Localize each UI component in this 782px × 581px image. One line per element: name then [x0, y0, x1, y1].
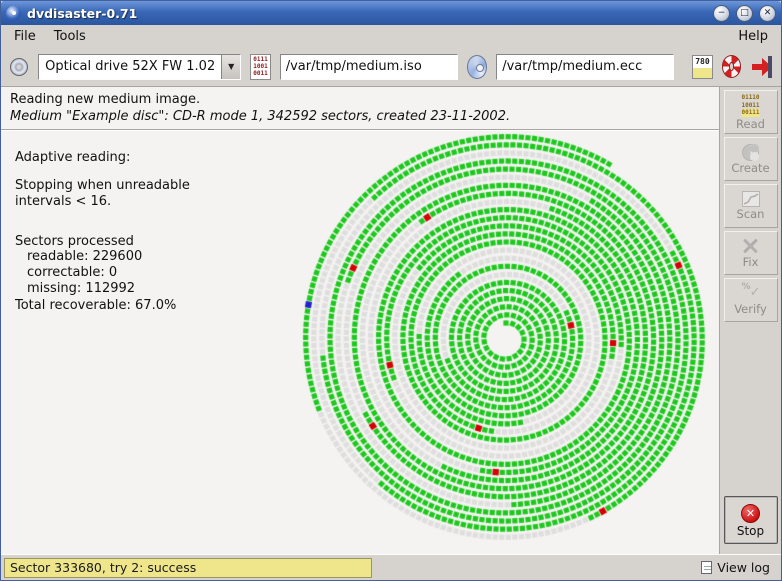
stopping-line-2: intervals < 16.	[15, 193, 112, 209]
create-button[interactable]: Create	[723, 137, 778, 181]
menu-tools[interactable]: Tools	[45, 27, 95, 46]
binary-row: 0011	[253, 69, 268, 77]
maximize-button[interactable]: □	[736, 4, 753, 22]
status-line-1: Reading new medium image.	[10, 92, 201, 107]
quit-door-icon	[768, 55, 773, 78]
stop-x-icon: ✕	[741, 503, 760, 523]
reading-panel: Adaptive reading: Stopping when unreadab…	[1, 130, 719, 554]
read-button-label: Read	[736, 116, 765, 131]
ecc-path-input[interactable]	[496, 53, 675, 80]
disc-sector-spiral-visualization	[297, 130, 715, 548]
verify-button[interactable]: % ✓ Verify	[723, 278, 778, 322]
left-column: Reading new medium image. Medium "Exampl…	[1, 87, 719, 554]
fix-button-label: Fix	[742, 255, 759, 270]
sectors-processed-heading: Sectors processed	[15, 233, 134, 249]
fix-tools-icon	[742, 237, 760, 255]
minimize-button[interactable]: −	[713, 4, 730, 22]
binary-row: 01110	[741, 94, 760, 101]
titlebar[interactable]: dvdisaster-0.71 − □ ✕	[1, 1, 781, 25]
stopping-line-1: Stopping when unreadable	[15, 177, 190, 193]
readable-count: readable: 229600	[27, 249, 143, 265]
missing-count: missing: 112992	[27, 281, 136, 297]
scan-button[interactable]: Scan	[723, 184, 778, 228]
app-window: dvdisaster-0.71 − □ ✕ File Tools Help Op…	[0, 0, 782, 581]
correctable-count: correctable: 0	[27, 265, 118, 281]
create-button-label: Create	[731, 160, 770, 175]
view-log-label: View log	[717, 560, 770, 575]
menubar: File Tools Help	[1, 25, 781, 47]
help-lifebuoy-icon[interactable]	[721, 55, 742, 78]
drive-icon	[9, 56, 29, 78]
binary-row: 00111	[741, 109, 760, 117]
binary-row: 1001	[253, 62, 268, 70]
window-controls: − □ ✕	[713, 4, 776, 22]
ecc-file-icon	[466, 54, 488, 79]
iso-path-input[interactable]	[279, 53, 458, 80]
adaptive-reading-info: Adaptive reading: Stopping when unreadab…	[15, 150, 190, 314]
scan-chart-icon	[741, 191, 760, 208]
fix-button[interactable]: Fix	[723, 231, 778, 275]
binary-row: 10011	[741, 101, 760, 109]
quit-arrow-icon	[752, 63, 763, 70]
read-button[interactable]: 01110 10011 00111 Read	[723, 90, 778, 134]
binary-row: 0111	[253, 55, 268, 63]
read-binary-icon: 01110 10011 00111	[741, 94, 760, 117]
preferences-button[interactable]: 780	[692, 54, 713, 79]
drive-select-value: Optical drive 52X FW 1.02	[45, 59, 216, 74]
content-row: Reading new medium image. Medium "Exampl…	[1, 87, 781, 554]
verify-button-label: Verify	[734, 302, 767, 317]
status-message: Sector 333680, try 2: success	[4, 557, 372, 578]
verify-check-icon: % ✓	[741, 282, 761, 301]
stop-button[interactable]: ✕ Stop	[723, 496, 778, 544]
quit-button[interactable]	[750, 55, 773, 79]
operation-status-area: Reading new medium image. Medium "Exampl…	[1, 87, 719, 130]
menu-file[interactable]: File	[5, 27, 45, 46]
log-document-icon	[701, 561, 713, 574]
medium-info-line: Medium "Example disc": CD-R mode 1, 3425…	[10, 109, 511, 124]
iso-image-file-icon: 0111 1001 0011	[250, 53, 271, 80]
chevron-down-icon[interactable]: ▼	[221, 54, 241, 79]
scan-button-label: Scan	[736, 207, 765, 222]
preferences-icon-text: 780	[695, 56, 710, 66]
menu-help[interactable]: Help	[729, 27, 777, 46]
cd-disc-icon	[10, 57, 29, 76]
toolbar: Optical drive 52X FW 1.02 ▼ 0111 1001 00…	[1, 47, 781, 87]
app-logo-icon	[6, 5, 21, 21]
statusbar: Sector 333680, try 2: success View log	[1, 554, 781, 580]
window-title: dvdisaster-0.71	[27, 5, 138, 21]
view-log-button[interactable]: View log	[697, 560, 778, 575]
total-recoverable: Total recoverable: 67.0%	[15, 298, 177, 314]
close-button[interactable]: ✕	[759, 4, 776, 22]
adaptive-reading-heading: Adaptive reading:	[15, 150, 131, 165]
create-ecc-icon	[742, 143, 759, 161]
action-sidebar: 01110 10011 00111 Read Create Scan Fix %…	[719, 87, 781, 554]
drive-select-combo[interactable]: Optical drive 52X FW 1.02 ▼	[38, 53, 242, 80]
stop-button-label: Stop	[736, 523, 765, 538]
